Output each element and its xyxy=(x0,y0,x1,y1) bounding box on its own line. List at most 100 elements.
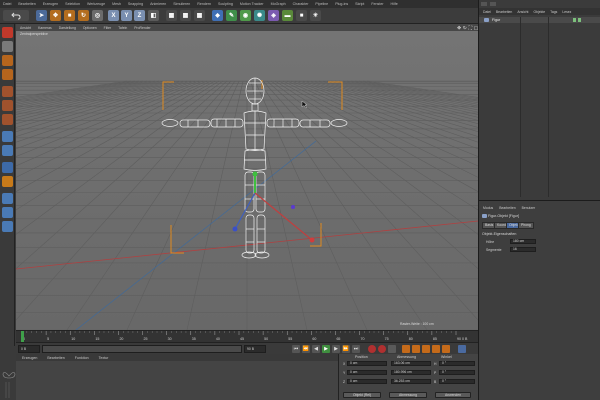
prev-frame-button[interactable]: ◀ xyxy=(312,345,320,353)
preview-range-slider[interactable] xyxy=(42,345,242,353)
coords-size-select[interactable]: Abmessung xyxy=(389,392,427,398)
timeline-playhead[interactable] xyxy=(21,331,24,342)
render-picture-viewer-button[interactable]: ▦ xyxy=(180,10,191,21)
tab-icon[interactable] xyxy=(490,2,496,6)
object-menu-item[interactable]: Objekte xyxy=(533,10,545,14)
visibility-editor-icon[interactable] xyxy=(573,18,576,22)
gizmo-x-handle[interactable] xyxy=(309,237,315,243)
array-button[interactable]: ✺ xyxy=(254,10,265,21)
make-editable-icon[interactable] xyxy=(2,27,13,38)
viewport-navigation-icon[interactable]: ✥ ↻ ⛶ ▢ xyxy=(456,24,479,32)
menu-item[interactable]: Plug-ins xyxy=(335,2,348,6)
solo-icon[interactable] xyxy=(2,193,13,204)
camera-button[interactable]: ■ xyxy=(296,10,307,21)
autokey-button[interactable] xyxy=(378,345,386,353)
menu-item[interactable]: Fenster xyxy=(371,2,383,6)
record-button[interactable] xyxy=(368,345,376,353)
material-menu-item[interactable]: Bearbeiten xyxy=(47,356,64,360)
coord-position-field[interactable]: 0 cm xyxy=(347,370,387,375)
viewport-menu-item[interactable]: Tafeln xyxy=(118,26,127,30)
attribute-field-input[interactable]: 16 xyxy=(510,247,536,252)
solo-hierarchy-icon[interactable] xyxy=(2,207,13,218)
next-key-button[interactable]: ⏩ xyxy=(342,345,350,353)
menu-item[interactable]: Erzeugen xyxy=(43,2,58,6)
material-menu-item[interactable]: Erzeugen xyxy=(22,356,37,360)
axis-x-button[interactable]: X xyxy=(108,10,119,21)
object-menu-item[interactable]: Datei xyxy=(483,10,491,14)
menu-item[interactable]: Selektion xyxy=(65,2,80,6)
menu-item[interactable]: Mesh xyxy=(112,2,121,6)
menu-item[interactable]: Charakter xyxy=(293,2,309,6)
render-view-button[interactable]: ▦ xyxy=(166,10,177,21)
viewport-nav-icons[interactable]: ✥ ↻ ⛶ ▢ xyxy=(456,24,479,32)
menu-item[interactable]: Sculpting xyxy=(218,2,233,6)
menu-item[interactable]: Skript xyxy=(355,2,364,6)
coord-position-field[interactable]: 0 cm xyxy=(347,361,387,366)
axis-y-button[interactable]: Y xyxy=(121,10,132,21)
goto-end-button[interactable]: ⏭ xyxy=(352,345,360,353)
material-menu-item[interactable]: Funktion xyxy=(75,356,89,360)
next-frame-button[interactable]: ▶ xyxy=(332,345,340,353)
perspective-viewport[interactable] xyxy=(16,31,478,330)
object-menu-item[interactable]: Bearbeiten xyxy=(496,10,512,14)
attribute-menu-item[interactable]: Benutzer xyxy=(522,206,536,210)
recent-tools-button[interactable]: ◎ xyxy=(92,10,103,21)
edges-mode-icon[interactable] xyxy=(2,100,13,111)
floor-button[interactable]: ▬ xyxy=(282,10,293,21)
light-button[interactable]: ☀ xyxy=(310,10,321,21)
snapping-icon[interactable] xyxy=(2,162,13,173)
menu-item[interactable]: Pipeline xyxy=(315,2,328,6)
viewport-menu-item[interactable]: Optionen xyxy=(83,26,97,30)
key-rotation-button[interactable] xyxy=(422,345,430,353)
visibility-render-icon[interactable] xyxy=(578,18,581,22)
menu-item[interactable]: Snapping xyxy=(128,2,143,6)
gizmo-point[interactable] xyxy=(291,205,295,209)
tweak-mode-icon[interactable] xyxy=(2,145,13,156)
material-menu-item[interactable]: Textur xyxy=(99,356,109,360)
menu-item[interactable]: Simulieren xyxy=(173,2,190,6)
viewport-menu-item[interactable]: Filter xyxy=(104,26,112,30)
menu-item[interactable]: MoGraph xyxy=(271,2,286,6)
points-mode-icon[interactable] xyxy=(2,86,13,97)
coord-size-field[interactable]: 36.253 cm xyxy=(391,379,431,384)
coord-rotation-field[interactable]: 0 ° xyxy=(439,379,475,384)
object-menu-item[interactable]: Lesez xyxy=(562,10,571,14)
menu-item[interactable]: Werkzeuge xyxy=(87,2,105,6)
viewport-menu-item[interactable]: Ansicht xyxy=(20,26,31,30)
viewport-menu-item[interactable]: ProRender xyxy=(134,26,150,30)
coord-size-field[interactable]: 180.996 cm xyxy=(391,370,431,375)
coordinate-system-button[interactable]: ◧ xyxy=(148,10,159,21)
gizmo-z-handle[interactable] xyxy=(232,226,238,232)
apply-button[interactable]: Anwenden xyxy=(435,392,471,398)
viewport-menu-item[interactable]: Darstellung xyxy=(59,26,76,30)
scale-tool-button[interactable]: ■ xyxy=(64,10,75,21)
axis-z-button[interactable]: Z xyxy=(134,10,145,21)
deformer-button[interactable]: ◈ xyxy=(268,10,279,21)
move-tool-button[interactable]: ✥ xyxy=(50,10,61,21)
play-button[interactable]: ▶ xyxy=(322,345,330,353)
render-settings-button[interactable]: ▦ xyxy=(194,10,205,21)
menu-item[interactable]: Motion Tracker xyxy=(240,2,264,6)
prev-key-button[interactable]: ⏪ xyxy=(302,345,310,353)
model-mode-icon[interactable] xyxy=(2,41,13,52)
attribute-field-input[interactable]: 180 cm xyxy=(510,239,536,244)
goto-start-button[interactable]: ⏮ xyxy=(292,345,300,353)
workplane-icon[interactable] xyxy=(2,69,13,80)
key-scale-button[interactable] xyxy=(412,345,420,353)
polygons-mode-icon[interactable] xyxy=(2,114,13,125)
menu-item[interactable]: Bearbeiten xyxy=(18,2,35,6)
texture-mode-icon[interactable] xyxy=(2,55,13,66)
attribute-menu-item[interactable]: Bearbeiten xyxy=(499,206,515,210)
attribute-menu-item[interactable]: Modus xyxy=(483,206,493,210)
cube-button[interactable]: ◆ xyxy=(212,10,223,21)
menu-item[interactable]: Hilfe xyxy=(391,2,398,6)
coord-rotation-field[interactable]: 0 ° xyxy=(439,361,475,366)
workplane-lock-icon[interactable] xyxy=(2,176,13,187)
solo-selection-icon[interactable] xyxy=(2,221,13,232)
coord-position-field[interactable]: 0 cm xyxy=(347,379,387,384)
object-name-figur[interactable]: Figur xyxy=(492,17,500,23)
subdivision-button[interactable]: ◉ xyxy=(240,10,251,21)
spline-pen-button[interactable]: ✎ xyxy=(226,10,237,21)
start-frame-field[interactable]: 0 B xyxy=(18,345,40,353)
end-frame-field[interactable]: 90 B xyxy=(244,345,266,353)
